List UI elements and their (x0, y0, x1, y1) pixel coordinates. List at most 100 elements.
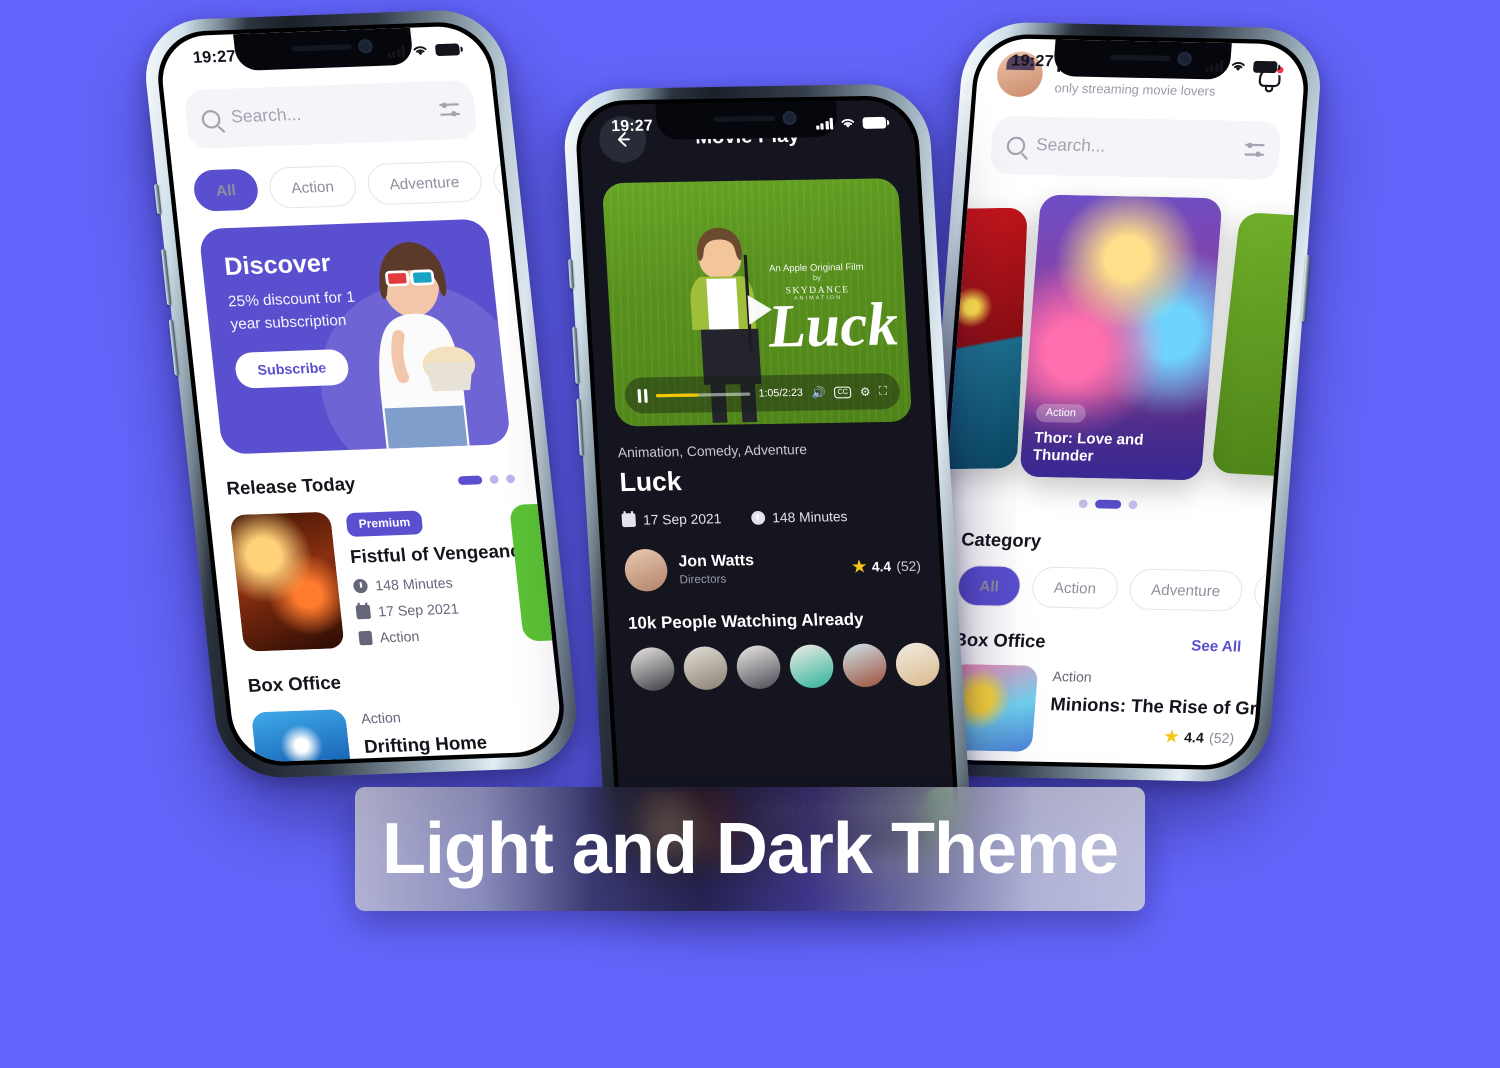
film-icon (358, 630, 373, 646)
search-icon (1006, 136, 1026, 155)
wifi-icon (1231, 62, 1245, 71)
caption-overlay: Light and Dark Theme (355, 787, 1145, 911)
chip-mystery[interactable]: Mystery (1252, 571, 1308, 614)
phone-center-mute-switch[interactable] (568, 258, 575, 289)
release-today-header: Release Today (225, 468, 516, 500)
category-title: Category (960, 529, 1042, 552)
category-chip-list: All Action Adventure Mystery (956, 564, 1308, 614)
card-title: Thor: Love and Thunder (1032, 428, 1145, 465)
featured-carousel[interactable]: Action Thor: Love and Thunder (924, 193, 1308, 490)
movie-title: Luck (618, 466, 683, 498)
battery-icon (434, 42, 461, 56)
greeting-tagline: only streaming movie lovers (1054, 80, 1217, 99)
watching-title: 10k People Watching Already (627, 610, 865, 633)
phone-center-screen: 19:27 An Apple Original Film by SKYDANCE… (578, 99, 957, 857)
movie-rating: ★4.4(52) (1163, 727, 1235, 747)
star-icon: ★ (1163, 727, 1180, 747)
volume-icon[interactable]: 🔊 (811, 385, 826, 399)
search-placeholder: Search... (1035, 136, 1107, 156)
chip-adventure[interactable]: Adventure (1128, 568, 1244, 612)
filter-icon[interactable] (1244, 140, 1265, 160)
movie-genre: Action (1052, 668, 1093, 686)
avatar[interactable] (735, 645, 782, 690)
caption-text: Light and Dark Theme (381, 809, 1119, 889)
phone-left-volume-down[interactable] (168, 319, 180, 376)
movie-title: Minions: The Rise of Gru (1049, 694, 1269, 720)
box-office-row[interactable]: Action Drifting Home 148 Minutes ★4.4(52… (250, 702, 550, 764)
movie-duration: 148 Minutes (750, 508, 848, 526)
cellular-signal-icon (1204, 59, 1224, 72)
phone-center-volume-down[interactable] (576, 398, 585, 456)
release-pagination-dots[interactable] (457, 474, 516, 486)
movie-title: Fistful of Vengeance (349, 540, 532, 568)
search-input[interactable]: Search... (989, 115, 1282, 180)
filter-icon[interactable] (439, 100, 461, 120)
chip-adventure[interactable]: Adventure (365, 160, 484, 206)
card-genre-tag: Action (1035, 403, 1087, 423)
cellular-signal-icon (386, 44, 406, 58)
progress-slider[interactable] (655, 391, 751, 397)
fullscreen-icon[interactable]: ⛶ (879, 384, 888, 398)
phone-center-volume-up[interactable] (572, 326, 580, 384)
box-office-row[interactable]: Jurassic World (937, 765, 1231, 767)
carousel-pagination-dots[interactable] (964, 497, 1252, 512)
avatar[interactable] (682, 646, 729, 691)
carousel-card-luck[interactable] (1211, 212, 1308, 478)
box-office-row[interactable]: Action Minions: The Rise of Gru ★ 4.4 (52) (945, 663, 1269, 756)
status-time: 19:27 (191, 47, 237, 68)
wifi-icon (413, 46, 427, 56)
battery-icon (1252, 60, 1278, 73)
phone-left-volume-up[interactable] (161, 248, 172, 306)
calendar-icon (355, 604, 372, 620)
see-all-link[interactable]: See All (1191, 637, 1242, 655)
box-office-title: Box Office (246, 672, 342, 697)
box-office-title: Box Office (952, 629, 1047, 652)
release-today-row[interactable]: Premium Fistful of Vengeance 148 Minutes… (229, 503, 553, 652)
search-input[interactable]: Search... (183, 79, 478, 149)
phone-left-screen: 19:27 Explore (157, 24, 565, 764)
video-player[interactable]: An Apple Original Film by SKYDANCE ANIMA… (601, 178, 913, 427)
box-office-header: Box Office (247, 665, 538, 697)
genre-chip-list: All Action Adventure Mystery (192, 156, 565, 212)
status-time: 19:27 (610, 116, 654, 136)
next-card-peek[interactable] (509, 503, 553, 642)
phone-left-mute-switch[interactable] (153, 183, 162, 215)
phone-right-power-button[interactable] (1300, 254, 1311, 322)
status-time: 19:27 (1010, 51, 1055, 71)
play-icon[interactable] (747, 294, 773, 325)
avatar[interactable] (894, 642, 941, 687)
search-icon (200, 109, 222, 129)
chip-all[interactable]: All (192, 168, 260, 212)
discover-promo-banner[interactable]: Discover 25% discount for 1 year subscri… (198, 218, 512, 455)
chip-action[interactable]: Action (267, 164, 358, 210)
movie-genre: Action (360, 709, 402, 727)
chip-mystery[interactable]: Mystery (490, 156, 565, 201)
director-avatar (623, 548, 669, 592)
composition-stage: 19:27 Explore (0, 0, 1500, 1068)
watcher-avatar-list (629, 642, 941, 692)
premium-badge: Premium (345, 510, 424, 537)
avatar[interactable] (629, 647, 676, 692)
director-row[interactable]: Jon Watts Directors ★ 4.4 (52) (623, 544, 922, 592)
chip-action[interactable]: Action (1030, 566, 1120, 610)
wifi-icon (841, 118, 855, 128)
brand-line-1: An Apple Original Film (768, 261, 864, 274)
player-controls: 1:05/2:23 🔊 CC ⚙ ⛶ (624, 372, 901, 414)
phone-left-light-explore: 19:27 Explore (139, 8, 583, 780)
movie-date: 17 Sep 2021 (621, 511, 722, 529)
chip-all[interactable]: All (956, 564, 1023, 608)
carousel-card-thor[interactable]: Action Thor: Love and Thunder (1019, 194, 1223, 481)
avatar[interactable] (841, 643, 888, 688)
category-header: Category (960, 529, 1249, 557)
poster-drifting-home (250, 709, 356, 764)
movie-duration: 148 Minutes (352, 573, 503, 595)
time-code: 1:05/2:23 (758, 386, 804, 400)
settings-gear-icon[interactable]: ⚙ (860, 385, 871, 399)
phone-center-dark-movie-play: 19:27 An Apple Original Film by SKYDANCE… (561, 83, 974, 873)
clock-icon (750, 510, 766, 525)
closed-captions-icon[interactable]: CC (834, 385, 852, 398)
search-placeholder: Search... (230, 105, 303, 127)
poster-fistful-of-vengeance (229, 511, 345, 652)
avatar[interactable] (788, 644, 835, 689)
pause-button[interactable] (637, 388, 648, 403)
